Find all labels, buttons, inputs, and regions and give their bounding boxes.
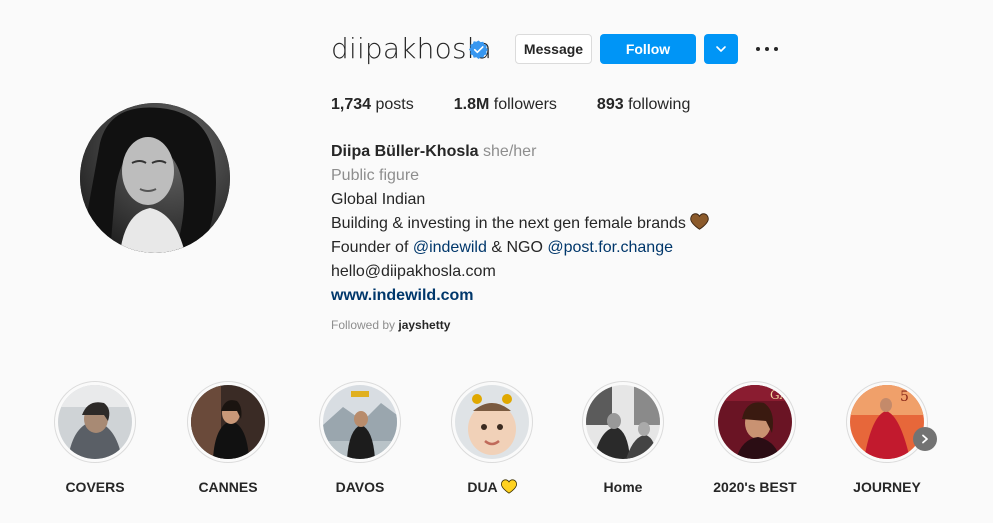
highlight-home[interactable]: Home xyxy=(580,381,666,495)
highlight-label: 2020's BEST xyxy=(713,479,797,495)
highlight-label: JOURNEY xyxy=(853,479,921,495)
profile-category: Public figure xyxy=(331,167,420,184)
posts-count: 1,734 posts xyxy=(331,96,414,113)
highlight-thumbnail: 5 xyxy=(850,385,924,459)
more-options-icon[interactable] xyxy=(756,40,778,58)
profile-avatar[interactable] xyxy=(80,103,230,253)
brown-heart-icon xyxy=(690,213,710,230)
highlight-thumbnail xyxy=(323,385,397,459)
bio-line-1: Global Indian xyxy=(331,191,426,208)
followers-count[interactable]: 1.8M followers xyxy=(454,96,557,114)
bio-email: hello@diipakhosla.com xyxy=(331,263,496,280)
following-count[interactable]: 893 following xyxy=(597,96,690,114)
highlight-thumbnail xyxy=(455,385,529,459)
mention-post-for-change[interactable]: @post.for.change xyxy=(547,239,673,256)
chevron-down-icon xyxy=(716,46,726,52)
full-name: Diipa Büller-Khosla xyxy=(331,143,479,160)
highlight-label: Home xyxy=(603,479,643,495)
bio-line-3: Founder of @indewild & NGO @post.for.cha… xyxy=(331,239,673,256)
highlight-thumbnail xyxy=(58,385,132,459)
profile-username: diipakhosla xyxy=(331,32,493,65)
highlight-dua[interactable]: DUA xyxy=(449,381,535,495)
highlights-next-button[interactable] xyxy=(913,427,937,451)
bio-line-2-row: Building & investing in the next gen fem… xyxy=(331,212,710,236)
bio-name-row: Diipa Büller-Khosla she/her xyxy=(331,140,709,164)
profile-photo xyxy=(80,103,230,253)
highlight-label: DAVOS xyxy=(335,479,385,495)
mention-indewild[interactable]: @indewild xyxy=(413,239,487,256)
follow-button[interactable]: Follow xyxy=(600,34,696,64)
chevron-right-icon xyxy=(922,434,928,444)
message-button[interactable]: Message xyxy=(515,34,592,64)
svg-text:GA: GA xyxy=(770,388,789,402)
profile-bio: Diipa Büller-Khosla she/her Public figur… xyxy=(331,140,710,308)
followed-by-user[interactable]: jayshetty xyxy=(398,318,450,332)
suggested-dropdown-button[interactable] xyxy=(704,34,738,64)
highlight-davos[interactable]: DAVOS xyxy=(317,381,403,495)
profile-stats: 1,734 posts 1.8M followers 893 following xyxy=(331,96,730,114)
highlight-label: COVERS xyxy=(65,479,125,495)
yellow-heart-icon xyxy=(500,479,517,494)
highlight-thumbnail: GA xyxy=(718,385,792,459)
highlight-label: DUA xyxy=(449,479,535,495)
highlight-2020s-best[interactable]: GA 2020's BEST xyxy=(712,381,798,495)
svg-text:5: 5 xyxy=(900,389,909,405)
highlight-cannes[interactable]: CANNES xyxy=(185,381,271,495)
pronouns: she/her xyxy=(483,143,537,160)
verified-badge-icon xyxy=(469,40,488,59)
highlight-thumbnail xyxy=(586,385,660,459)
highlight-covers[interactable]: COVERS xyxy=(52,381,138,495)
highlight-label: CANNES xyxy=(198,479,258,495)
bio-line-2: Building & investing in the next gen fem… xyxy=(331,215,686,232)
website-link[interactable]: www.indewild.com xyxy=(331,284,709,308)
followed-by[interactable]: Followed by jayshetty xyxy=(331,318,450,332)
highlight-thumbnail xyxy=(191,385,265,459)
